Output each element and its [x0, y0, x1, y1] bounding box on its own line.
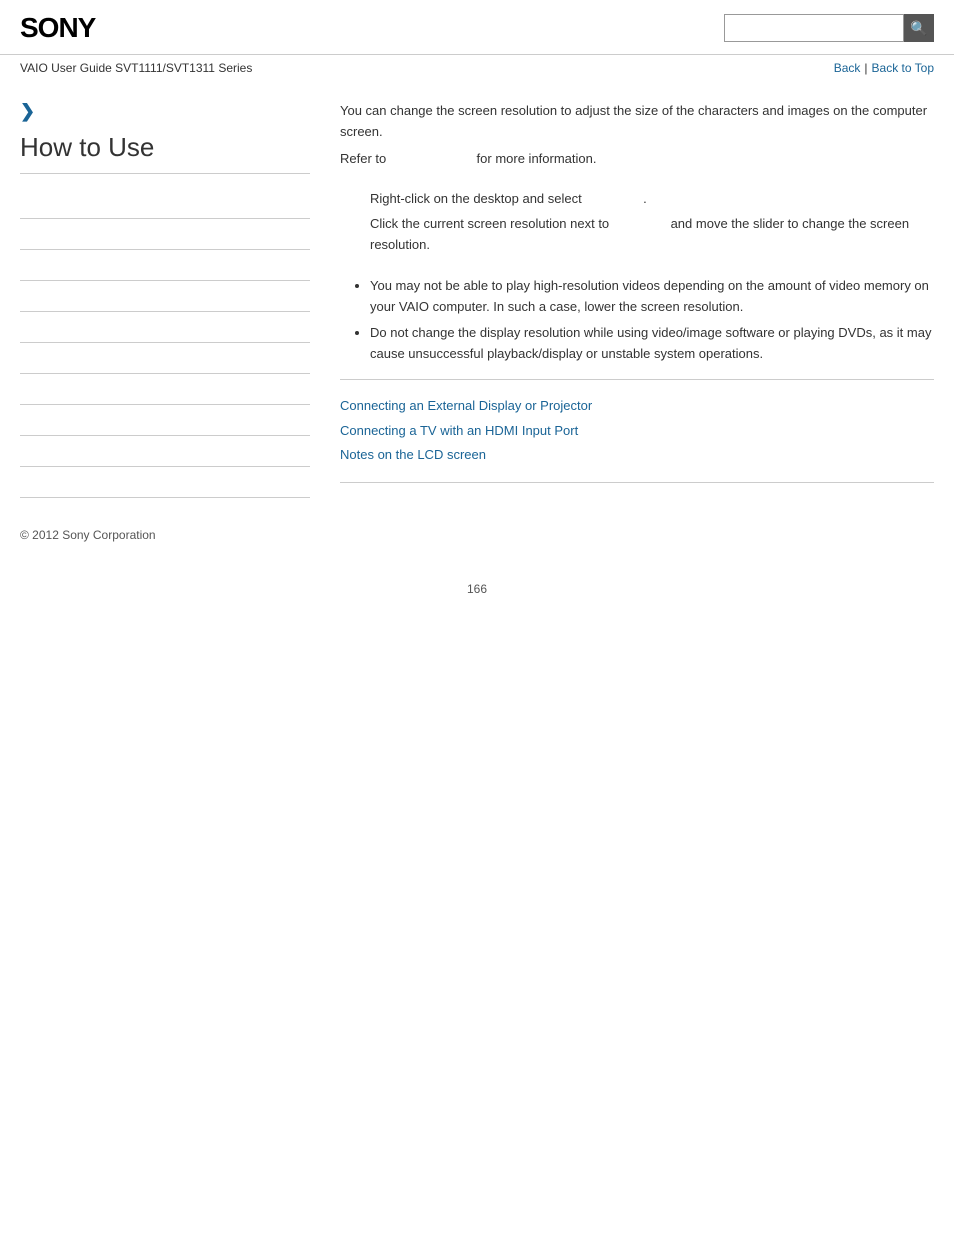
list-item: [20, 374, 310, 405]
divider-bottom: [340, 482, 934, 483]
divider-top: [340, 379, 934, 380]
link-external-display[interactable]: Connecting an External Display or Projec…: [340, 394, 934, 419]
list-item: [20, 219, 310, 250]
search-button[interactable]: 🔍: [904, 14, 934, 42]
intro-section: You can change the screen resolution to …: [340, 101, 934, 169]
sidebar: ❯ How to Use: [20, 81, 330, 498]
nav-bar: VAIO User Guide SVT1111/SVT1311 Series B…: [0, 55, 954, 81]
step2-text: Click the current screen resolution next…: [340, 214, 934, 256]
sony-logo: SONY: [20, 12, 95, 44]
list-item: [20, 405, 310, 436]
header: SONY 🔍: [0, 0, 954, 55]
notes-list: You may not be able to play high-resolut…: [340, 276, 934, 365]
list-item: [20, 343, 310, 374]
related-links: Connecting an External Display or Projec…: [340, 394, 934, 468]
search-area: 🔍: [724, 14, 934, 42]
link-tv-hdmi[interactable]: Connecting a TV with an HDMI Input Port: [340, 419, 934, 444]
note-item: Do not change the display resolution whi…: [370, 323, 934, 365]
list-item: [20, 312, 310, 343]
refer-to-text: Refer to for more information.: [340, 149, 934, 170]
page-number: 166: [0, 562, 954, 616]
list-item: [20, 188, 310, 219]
search-icon: 🔍: [910, 20, 927, 37]
nav-links: Back | Back to Top: [834, 61, 934, 75]
list-item: [20, 281, 310, 312]
steps-section: Right-click on the desktop and select . …: [340, 189, 934, 255]
back-link[interactable]: Back: [834, 61, 861, 75]
notes-section: You may not be able to play high-resolut…: [340, 276, 934, 365]
sidebar-arrow[interactable]: ❯: [20, 101, 310, 122]
back-to-top-link[interactable]: Back to Top: [872, 61, 934, 75]
sidebar-nav: [20, 188, 310, 498]
list-item: [20, 467, 310, 498]
footer: © 2012 Sony Corporation: [0, 498, 954, 562]
guide-title: VAIO User Guide SVT1111/SVT1311 Series: [20, 61, 252, 75]
link-lcd-notes[interactable]: Notes on the LCD screen: [340, 443, 934, 468]
list-item: [20, 250, 310, 281]
copyright-text: © 2012 Sony Corporation: [20, 528, 156, 542]
note-item: You may not be able to play high-resolut…: [370, 276, 934, 318]
search-input[interactable]: [724, 14, 904, 42]
nav-divider: |: [864, 61, 867, 75]
intro-text: You can change the screen resolution to …: [340, 101, 934, 143]
step1-text: Right-click on the desktop and select .: [340, 189, 934, 210]
list-item: [20, 436, 310, 467]
main-layout: ❯ How to Use You can change the screen r…: [0, 81, 954, 498]
sidebar-title: How to Use: [20, 132, 310, 174]
content-area: You can change the screen resolution to …: [330, 81, 934, 498]
